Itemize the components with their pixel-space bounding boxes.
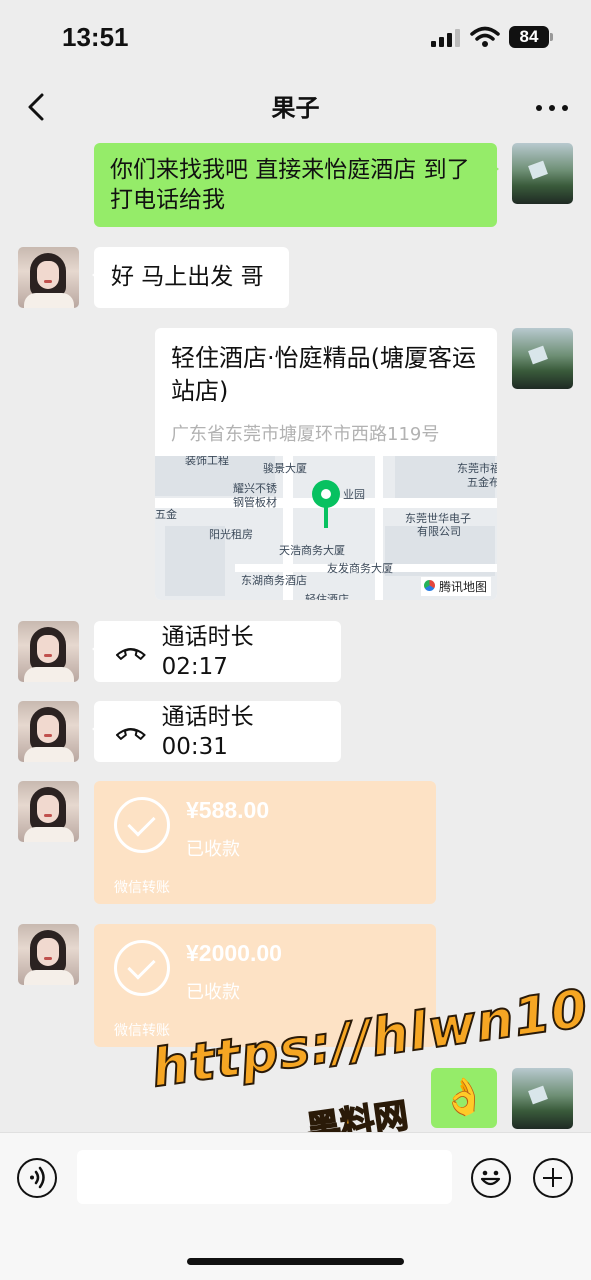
- transfer-card[interactable]: ¥588.00 已收款 微信转账: [94, 781, 436, 904]
- contact-avatar[interactable]: [18, 701, 79, 762]
- message-input[interactable]: [77, 1150, 452, 1204]
- call-record-bubble[interactable]: 通话时长 00:31: [92, 701, 341, 762]
- map-label: 天浩商务大厦: [279, 544, 345, 557]
- my-avatar[interactable]: [512, 143, 573, 204]
- location-address: 广东省东莞市塘厦环市西路119号: [171, 424, 440, 445]
- call-record-bubble[interactable]: 通话时长 02:17: [92, 621, 341, 682]
- more-actions-plus-icon[interactable]: [533, 1158, 573, 1198]
- check-circle-icon: [114, 940, 170, 996]
- message-bubble-outgoing[interactable]: 你们来找我吧 直接来怡庭酒店 到了打电话给我: [94, 143, 499, 227]
- location-name: 轻住酒店·怡庭精品(塘厦客运站店): [171, 344, 476, 405]
- location-pin-stem: [324, 506, 328, 528]
- phone-hangup-icon: [115, 727, 146, 740]
- my-avatar[interactable]: [512, 1068, 573, 1129]
- tencent-map-logo: 腾讯地图: [420, 577, 491, 596]
- voice-input-icon[interactable]: [17, 1158, 57, 1198]
- battery-tip: [550, 33, 553, 41]
- map-label: 业园: [343, 488, 365, 501]
- map-label: 阳光租房: [209, 528, 253, 541]
- call-duration-text: 通话时长 00:31: [161, 703, 254, 760]
- call-duration-text: 通话时长 02:17: [161, 623, 254, 680]
- home-indicator: [187, 1258, 404, 1265]
- contact-avatar[interactable]: [18, 924, 79, 985]
- more-options-icon[interactable]: [535, 98, 569, 118]
- contact-avatar[interactable]: [18, 781, 79, 842]
- transfer-status: 已收款: [186, 839, 240, 860]
- map-label: 轻住酒店: [305, 593, 349, 600]
- clock: 13:51: [62, 22, 129, 52]
- map-label: 有限公司: [417, 525, 461, 538]
- map-label: 东湖商务酒店: [241, 574, 307, 587]
- location-card[interactable]: 轻住酒店·怡庭精品(塘厦客运站店) 广东省东莞市塘厦环市西路119号 装饰工程 …: [155, 328, 497, 600]
- map-label: 五金: [155, 508, 177, 521]
- transfer-footer: 微信转账: [114, 880, 170, 896]
- phone-hangup-icon: [115, 647, 146, 660]
- message-bubble-incoming[interactable]: 好 马上出发 哥: [92, 247, 289, 308]
- transfer-amount: ¥2000.00: [186, 940, 282, 966]
- battery-icon: 84: [509, 26, 549, 48]
- status-bar: 13:51 84: [0, 0, 591, 78]
- map-label: 骏景大厦: [263, 462, 307, 475]
- contact-avatar[interactable]: [18, 247, 79, 308]
- map-label: 五金布: [467, 476, 497, 489]
- message-text: 你们来找我吧 直接来怡庭酒店 到了打电话给我: [110, 157, 470, 213]
- my-avatar[interactable]: [512, 328, 573, 389]
- contact-avatar[interactable]: [18, 621, 79, 682]
- ok-hand-emoji-bubble[interactable]: 👌: [431, 1068, 497, 1128]
- map-label: 装饰工程: [185, 456, 229, 467]
- transfer-status: 已收款: [186, 982, 240, 1003]
- map-label: 友发商务大厦: [327, 562, 393, 575]
- emoji-picker-icon[interactable]: [471, 1158, 511, 1198]
- wifi-icon: [470, 26, 500, 47]
- map-label: 钢管板材: [233, 496, 277, 509]
- chat-title: 果子: [271, 94, 320, 122]
- transfer-amount: ¥588.00: [186, 797, 270, 823]
- map-preview[interactable]: 装饰工程 骏景大厦 东莞市福 五金布 耀兴不锈 钢管板材 业园 五金 阳光租房 …: [155, 456, 497, 600]
- location-pin-icon: [312, 480, 340, 508]
- cellular-signal-icon: [431, 29, 461, 47]
- chat-header: 果子: [0, 78, 591, 140]
- message-text: 好 马上出发 哥: [111, 264, 264, 290]
- check-circle-icon: [114, 797, 170, 853]
